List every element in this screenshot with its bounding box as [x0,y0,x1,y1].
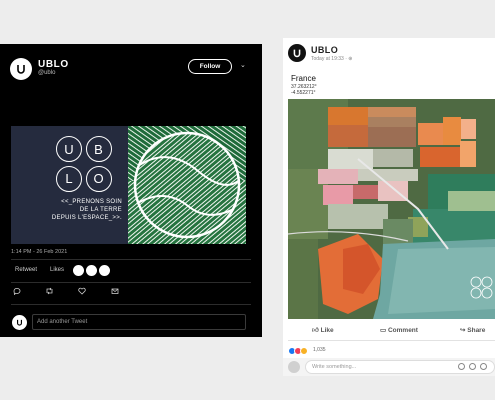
page-name[interactable]: UBLO [311,45,338,55]
liker-avatar[interactable] [86,265,97,276]
divider [288,340,495,341]
slogan-line: <<_PRENONS SOIN [61,199,122,205]
ublo-avatar[interactable] [288,44,306,62]
chevron-down-icon[interactable]: ⌄ [240,61,246,69]
divider [11,282,251,283]
post-time-text: Today at 19:33 · [311,56,349,62]
slogan-line: DE LA TERRE [79,207,122,213]
heart-icon[interactable] [78,287,86,297]
post-longitude: -4.552271° [291,90,316,96]
logo-letter: L [56,165,82,192]
logo-letter: O [85,165,112,192]
reply-icon[interactable] [13,287,21,297]
comment-icon: ▭ [380,327,387,334]
account-handle[interactable]: @ublo [38,70,55,76]
reactions[interactable] [288,347,308,355]
divider [11,304,251,305]
message-icon[interactable] [111,287,119,297]
ublo-logo-icon [16,319,23,326]
logo-letter: U [56,136,82,162]
emoji-icon[interactable] [458,363,465,370]
satellite-circle-image [128,126,246,244]
like-label: Like [320,327,334,334]
gif-icon[interactable] [480,363,487,370]
retweets-label[interactable]: Retweet [15,267,37,273]
tweet-timestamp: 1:14 PM - 26 Feb 2021 [11,249,68,255]
share-icon: ↪ [460,327,466,334]
post-location: France [291,74,316,83]
user-avatar [288,361,300,373]
reaction-count[interactable]: 1,035 [313,347,326,353]
thumbs-up-icon: 👍︎ [312,327,319,334]
follow-button[interactable]: Follow [188,59,232,74]
globe-icon: ⊕ [348,56,353,62]
ublo-avatar[interactable] [10,58,32,80]
slogan: <<_PRENONS SOIN DE LA TERRE DEPUIS L'ESP… [11,198,122,222]
ublo-avatar[interactable] [12,315,27,330]
facebook-post: UBLO Today at 19:33 · ⊕ France 37.263212… [283,38,495,376]
ublo-logo-icon [17,65,25,74]
likes-label[interactable]: Likes [50,267,64,273]
ublo-poster: U B L O <<_PRENONS SOIN DE LA TERRE DEPU… [11,126,128,244]
liker-avatars[interactable] [73,265,110,276]
post-actions: 👍︎ Like ▭ Comment ↪ Share [288,324,495,338]
comment-button[interactable]: ▭ Comment [380,326,418,334]
tweet-card: UBLO @ublo Follow ⌄ U B L O <<_PRENONS S… [0,44,262,337]
retweet-icon[interactable] [45,287,54,297]
share-label: Share [467,327,486,334]
logo-letter: B [85,136,112,162]
share-button[interactable]: ↪ Share [460,326,485,334]
reply-input[interactable]: Add another Tweet [32,314,246,330]
comment-input[interactable]: Write something... [305,360,495,374]
liker-avatar[interactable] [99,265,110,276]
post-time[interactable]: Today at 19:33 · ⊕ [311,56,352,62]
ublo-logo-grid: U B L O [56,136,113,193]
tweet-media[interactable]: U B L O <<_PRENONS SOIN DE LA TERRE DEPU… [11,126,246,244]
wow-reaction-icon [300,347,308,355]
slogan-line: DEPUIS L'ESPACE_>>. [51,215,122,221]
like-button[interactable]: 👍︎ Like [312,326,334,334]
camera-icon[interactable] [469,363,476,370]
satellite-image[interactable] [288,99,495,319]
account-name[interactable]: UBLO [38,59,69,70]
liker-avatar[interactable] [73,265,84,276]
divider [11,259,251,260]
ublo-logo-icon [293,49,301,58]
comment-label: Comment [387,327,418,334]
